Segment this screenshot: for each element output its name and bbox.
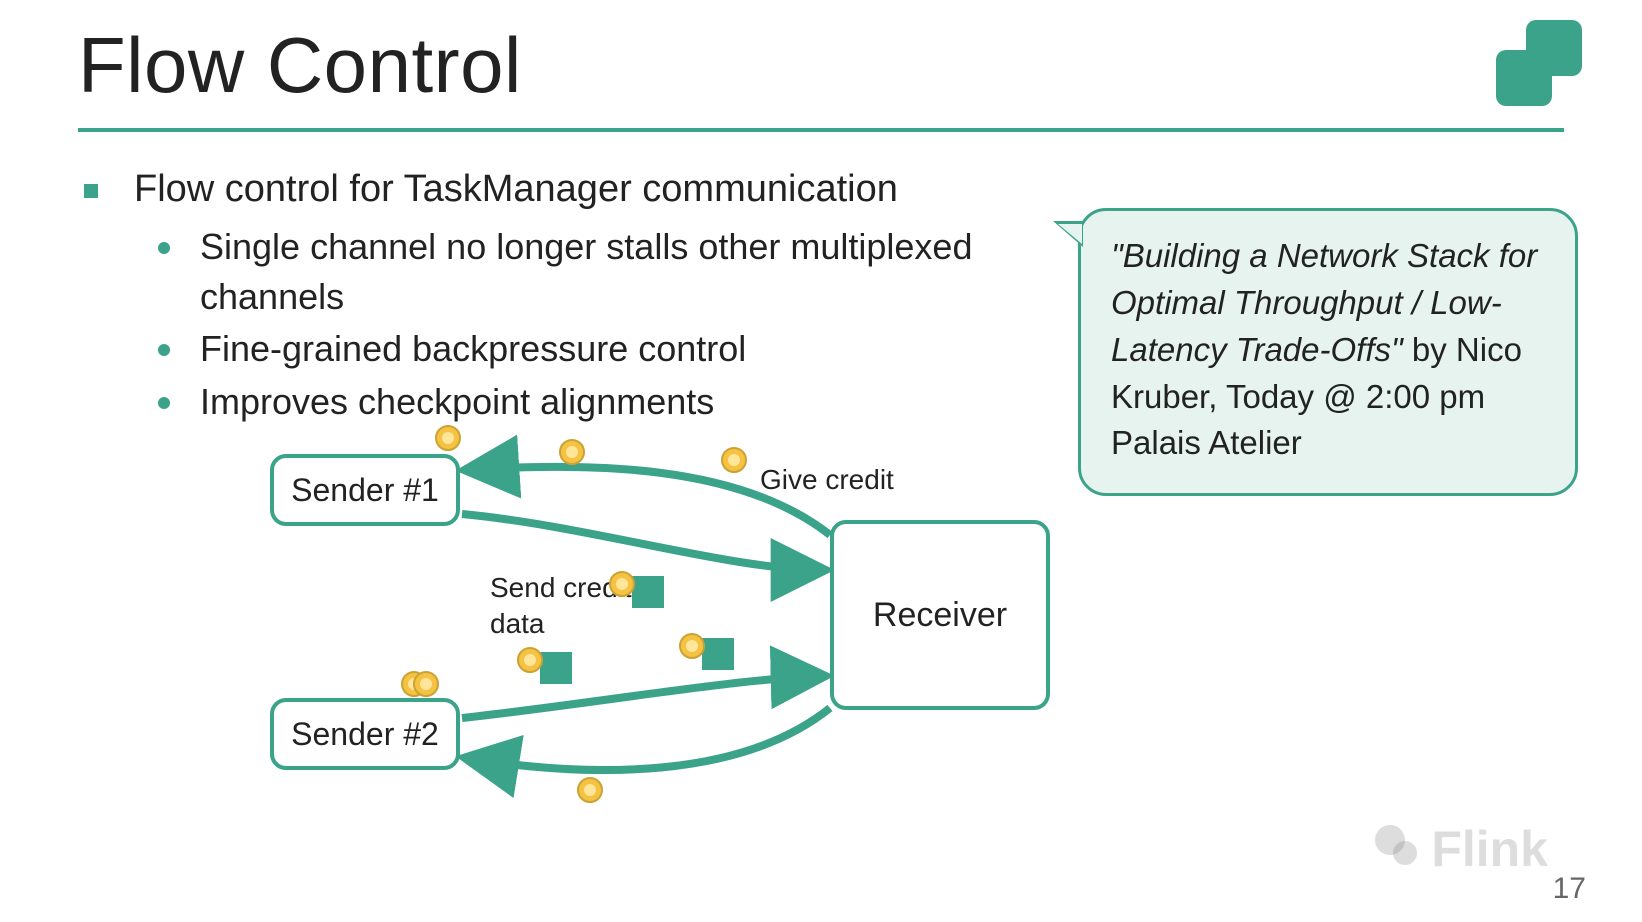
- watermark: Flink: [1375, 820, 1548, 878]
- coin-icon: [558, 438, 586, 466]
- label-give-credit: Give credit: [760, 464, 894, 496]
- node-label: Sender #1: [291, 472, 439, 509]
- callout-tail-icon: [1053, 221, 1083, 247]
- sub-bullet: Improves checkpoint alignments: [134, 377, 980, 427]
- sub-bullet: Fine-grained backpressure control: [134, 324, 980, 374]
- sub-bullet-list: Single channel no longer stalls other mu…: [134, 222, 980, 428]
- bullet-list: Flow control for TaskManager communicati…: [80, 166, 980, 433]
- sub-bullet: Single channel no longer stalls other mu…: [134, 222, 980, 323]
- bullet-main: Flow control for TaskManager communicati…: [80, 166, 980, 427]
- edge-data-from-sender2: [462, 676, 824, 718]
- coin-icon: [400, 670, 440, 698]
- watermark-text: Flink: [1431, 820, 1548, 878]
- coin-icon: [434, 424, 462, 452]
- logo-icon: [1482, 20, 1582, 120]
- node-receiver: Receiver: [830, 520, 1050, 710]
- packet-icon: [632, 576, 664, 608]
- wechat-icon: [1375, 825, 1423, 873]
- page-number: 17: [1553, 872, 1586, 906]
- packet-icon: [540, 652, 572, 684]
- slide: Flow Control Flow control for TaskManage…: [0, 0, 1642, 922]
- edge-data-from-sender1: [462, 514, 824, 570]
- node-sender-1: Sender #1: [270, 454, 460, 526]
- coin-icon: [720, 446, 748, 474]
- page-title: Flow Control: [78, 20, 522, 111]
- bullet-main-text: Flow control for TaskManager communicati…: [134, 168, 898, 210]
- edge-credit-to-sender2: [466, 708, 830, 770]
- node-sender-2: Sender #2: [270, 698, 460, 770]
- coin-icon: [516, 646, 544, 674]
- packet-icon: [702, 638, 734, 670]
- node-label: Sender #2: [291, 716, 439, 753]
- coin-icon: [678, 632, 706, 660]
- coin-icon: [576, 776, 604, 804]
- title-rule: [78, 128, 1564, 132]
- node-label: Receiver: [873, 596, 1007, 635]
- flow-diagram: Sender #1 Sender #2 Receiver Give credit…: [270, 440, 1170, 860]
- coin-icon: [608, 570, 636, 598]
